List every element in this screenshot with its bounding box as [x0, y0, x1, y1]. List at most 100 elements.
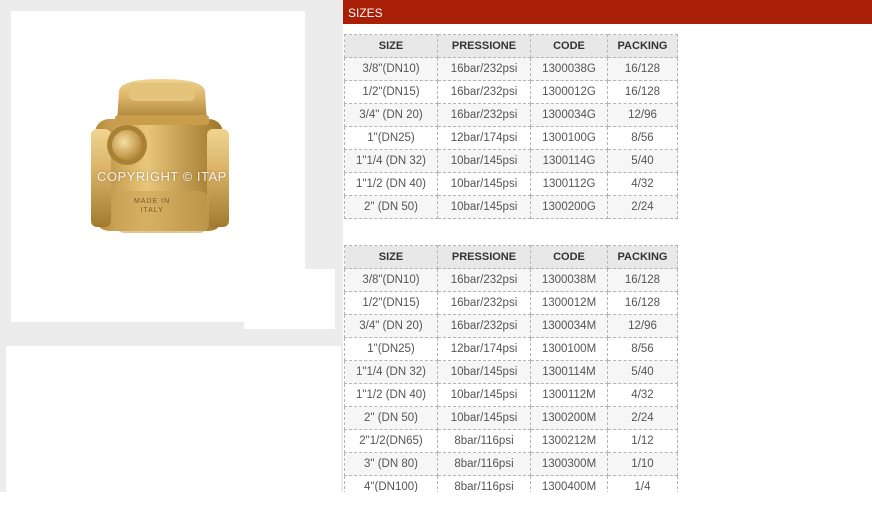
sizes-table-g: SIZE PRESSIONE CODE PACKING 3/8"(DN10) 16… [344, 34, 678, 219]
table-row: 1"1/4 (DN 32) 10bar/145psi 1300114G 5/40 [344, 149, 678, 173]
cell-pressione: 8bar/116psi [437, 429, 531, 453]
cell-size: 1"(DN25) [344, 337, 438, 361]
table-row: 1"(DN25) 12bar/174psi 1300100G 8/56 [344, 126, 678, 150]
cell-pressione: 10bar/145psi [437, 195, 531, 219]
copyright-watermark: COPYRIGHT © ITAP [97, 169, 227, 184]
cell-packing: 4/32 [607, 383, 678, 407]
cell-size: 3/8"(DN10) [344, 268, 438, 292]
cell-pressione: 8bar/116psi [437, 452, 531, 476]
column-header-pressione: PRESSIONE [437, 34, 531, 58]
column-header-size: SIZE [344, 245, 438, 269]
cell-packing: 16/128 [607, 291, 678, 315]
table-row: 2"1/2(DN65) 8bar/116psi 1300212M 1/12 [344, 429, 678, 453]
valve-stamp-line-1: MADE IN [134, 198, 171, 205]
cell-code: 1300038G [530, 57, 608, 81]
cell-size: 1"1/4 (DN 32) [344, 360, 438, 384]
cell-pressione: 16bar/232psi [437, 314, 531, 338]
cell-packing: 16/128 [607, 80, 678, 104]
column-header-size: SIZE [344, 34, 438, 58]
table-row: 3/4" (DN 20) 16bar/232psi 1300034G 12/96 [344, 103, 678, 127]
cell-packing: 2/24 [607, 406, 678, 430]
lower-left-panel [6, 346, 341, 492]
cell-code: 1300112G [530, 172, 608, 196]
cell-code: 1300038M [530, 268, 608, 292]
cell-size: 3/4" (DN 20) [344, 103, 438, 127]
cell-packing: 5/40 [607, 360, 678, 384]
cell-size: 1"1/2 (DN 40) [344, 172, 438, 196]
cell-code: 1300200G [530, 195, 608, 219]
table-row: 1"1/4 (DN 32) 10bar/145psi 1300114M 5/40 [344, 360, 678, 384]
cell-code: 1300100G [530, 126, 608, 150]
cell-pressione: 12bar/174psi [437, 126, 531, 150]
cell-size: 3" (DN 80) [344, 452, 438, 476]
table-header-row: SIZE PRESSIONE CODE PACKING [344, 34, 678, 58]
cell-packing: 1/10 [607, 452, 678, 476]
cell-pressione: 16bar/232psi [437, 80, 531, 104]
product-image-check-valve[interactable]: COPYRIGHT © ITAP MADE IN ITALY [11, 11, 305, 322]
column-header-packing: PACKING [607, 245, 678, 269]
cell-pressione: 10bar/145psi [437, 172, 531, 196]
cell-size: 2"1/2(DN65) [344, 429, 438, 453]
column-header-packing: PACKING [607, 34, 678, 58]
cell-size: 1/2"(DN15) [344, 291, 438, 315]
cell-size: 2" (DN 50) [344, 195, 438, 219]
column-header-code: CODE [530, 34, 608, 58]
table-row: 1"1/2 (DN 40) 10bar/145psi 1300112M 4/32 [344, 383, 678, 407]
brass-valve-illustration [91, 79, 229, 233]
table-row: 1"(DN25) 12bar/174psi 1300100M 8/56 [344, 337, 678, 361]
cell-code: 1300114G [530, 149, 608, 173]
cell-size: 2" (DN 50) [344, 406, 438, 430]
cell-packing: 8/56 [607, 337, 678, 361]
cell-packing: 4/32 [607, 172, 678, 196]
cell-code: 1300034G [530, 103, 608, 127]
sizes-title: SIZES [348, 6, 383, 20]
table-row: 2" (DN 50) 10bar/145psi 1300200M 2/24 [344, 406, 678, 430]
cell-pressione: 16bar/232psi [437, 268, 531, 292]
table-row: 1/2"(DN15) 16bar/232psi 1300012G 16/128 [344, 80, 678, 104]
table-header-row: SIZE PRESSIONE CODE PACKING [344, 245, 678, 269]
table-row: 1"1/2 (DN 40) 10bar/145psi 1300112G 4/32 [344, 172, 678, 196]
cell-packing: 2/24 [607, 195, 678, 219]
cell-size: 1"(DN25) [344, 126, 438, 150]
cell-pressione: 10bar/145psi [437, 149, 531, 173]
cell-packing: 12/96 [607, 103, 678, 127]
cell-code: 1300012G [530, 80, 608, 104]
cell-code: 1300212M [530, 429, 608, 453]
cell-pressione: 16bar/232psi [437, 57, 531, 81]
cell-code: 1300114M [530, 360, 608, 384]
cell-pressione: 16bar/232psi [437, 291, 531, 315]
column-header-code: CODE [530, 245, 608, 269]
cell-pressione: 10bar/145psi [437, 406, 531, 430]
table-row: 3/4" (DN 20) 16bar/232psi 1300034M 12/96 [344, 314, 678, 338]
cell-size: 1"1/4 (DN 32) [344, 149, 438, 173]
table-row: 3/8"(DN10) 16bar/232psi 1300038G 16/128 [344, 57, 678, 81]
cell-packing: 16/128 [607, 57, 678, 81]
cell-pressione: 10bar/145psi [437, 360, 531, 384]
cell-pressione: 10bar/145psi [437, 383, 531, 407]
cell-code: 1300200M [530, 406, 608, 430]
cell-code: 1300112M [530, 383, 608, 407]
page-footer-area [0, 492, 872, 531]
cell-packing: 8/56 [607, 126, 678, 150]
cell-size: 1/2"(DN15) [344, 80, 438, 104]
valve-stamp-line-2: ITALY [140, 207, 164, 214]
table-row: 2" (DN 50) 10bar/145psi 1300200G 2/24 [344, 195, 678, 219]
cell-packing: 5/40 [607, 149, 678, 173]
cell-size: 1"1/2 (DN 40) [344, 383, 438, 407]
cell-pressione: 16bar/232psi [437, 103, 531, 127]
cell-code: 1300034M [530, 314, 608, 338]
cell-packing: 1/12 [607, 429, 678, 453]
cell-packing: 12/96 [607, 314, 678, 338]
column-header-pressione: PRESSIONE [437, 245, 531, 269]
cell-code: 1300300M [530, 452, 608, 476]
cell-pressione: 12bar/174psi [437, 337, 531, 361]
valve-stamp: MADE IN ITALY [134, 197, 170, 215]
table-row: 1/2"(DN15) 16bar/232psi 1300012M 16/128 [344, 291, 678, 315]
cell-packing: 16/128 [607, 268, 678, 292]
sizes-section-header: SIZES [343, 0, 872, 24]
cell-code: 1300100M [530, 337, 608, 361]
table-row: 3/8"(DN10) 16bar/232psi 1300038M 16/128 [344, 268, 678, 292]
sizes-table-m: SIZE PRESSIONE CODE PACKING 3/8"(DN10) 16… [344, 245, 678, 499]
table-row: 3" (DN 80) 8bar/116psi 1300300M 1/10 [344, 452, 678, 476]
cell-code: 1300012M [530, 291, 608, 315]
